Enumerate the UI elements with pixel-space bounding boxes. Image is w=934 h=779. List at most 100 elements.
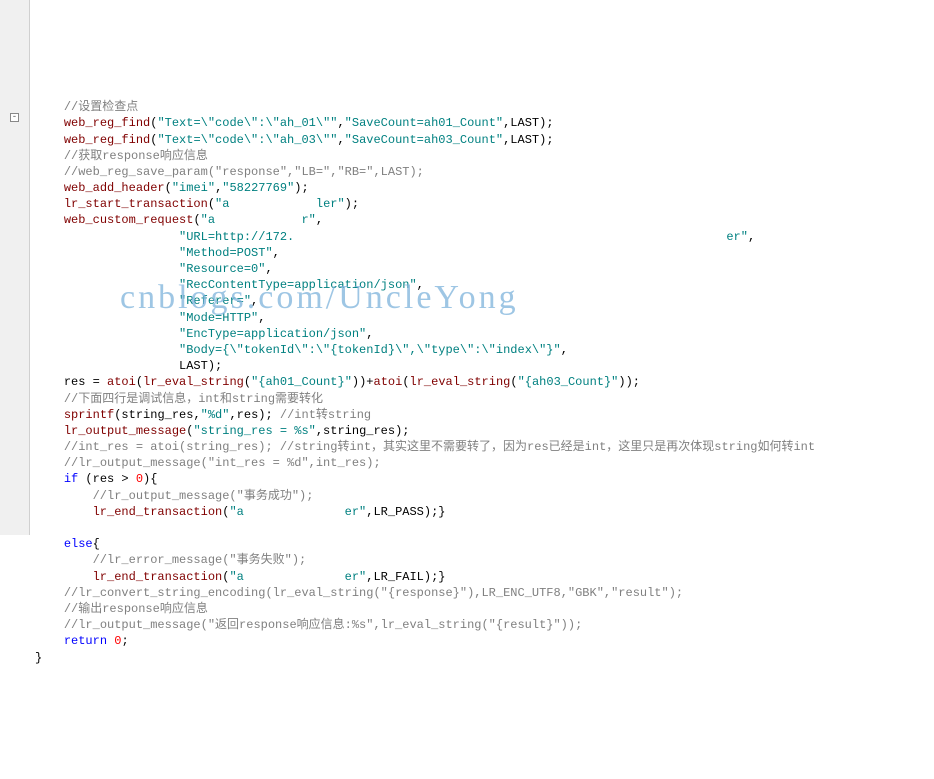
code-line: } [35, 650, 934, 666]
code-line: //lr_output_message("事务成功"); [35, 488, 934, 504]
code-token: ( [208, 197, 215, 211]
code-line: return 0; [35, 633, 934, 649]
code-line: //下面四行是调试信息，int和string需要转化 [35, 391, 934, 407]
code-token: //获取response响应信息 [64, 149, 208, 163]
code-token: ,LR_PASS);} [366, 505, 445, 519]
code-token: "URL=http://172. er" [179, 230, 748, 244]
code-token: //输出response响应信息 [64, 602, 208, 616]
code-token: return [64, 634, 107, 648]
code-line: lr_end_transaction("a er",LR_PASS);} [35, 504, 934, 520]
code-token: "Body={\"tokenId\":\"{tokenId}\",\"type\… [179, 343, 561, 357]
code-token: lr_start_transaction [64, 197, 208, 211]
code-token: //lr_output_message("int_res = %d",int_r… [64, 456, 381, 470]
code-token: ,LAST); [503, 133, 553, 147]
code-line: else{ [35, 536, 934, 552]
code-line [35, 520, 934, 536]
code-token: "Text=\"code\":\"ah_01\"" [157, 116, 337, 130]
code-token: sprintf [64, 408, 114, 422]
code-token: "SaveCount=ah01_Count" [345, 116, 503, 130]
code-token: ( [402, 375, 409, 389]
code-line: "URL=http://172. er", [35, 229, 934, 245]
code-token: ); [294, 181, 308, 195]
code-token: "Text=\"code\":\"ah_03\"" [157, 133, 337, 147]
code-token: , [417, 278, 424, 292]
code-token: ( [165, 181, 172, 195]
code-token: { [93, 537, 100, 551]
code-token: //lr_output_message("事务成功"); [93, 489, 314, 503]
code-token: ,LAST); [503, 116, 553, 130]
code-line: web_reg_find("Text=\"code\":\"ah_03\"","… [35, 132, 934, 148]
code-token: "a r" [201, 213, 316, 227]
code-line: //lr_output_message("int_res = %d",int_r… [35, 455, 934, 471]
code-token: "Referer=" [179, 294, 251, 308]
code-line: //设置检查点 [35, 99, 934, 115]
code-token: "RecContentType=application/json" [179, 278, 417, 292]
code-token: , [316, 213, 323, 227]
code-token: //int转string [280, 408, 371, 422]
code-line: //web_reg_save_param("response","LB=","R… [35, 164, 934, 180]
code-token: (res > [78, 472, 136, 486]
code-token: //下面四行是调试信息，int和string需要转化 [64, 392, 323, 406]
code-token: lr_end_transaction [93, 570, 223, 584]
code-token: "58227769" [222, 181, 294, 195]
code-token: if [64, 472, 78, 486]
code-line: "Mode=HTTP", [35, 310, 934, 326]
code-editor-content: //设置检查点 web_reg_find("Text=\"code\":\"ah… [35, 97, 934, 666]
code-token: //lr_error_message("事务失败"); [93, 553, 307, 567]
code-token: , [273, 246, 280, 260]
code-token: , [561, 343, 568, 357]
fold-marker-icon[interactable]: - [10, 113, 19, 122]
code-token: web_reg_find [64, 116, 150, 130]
code-token: , [337, 116, 344, 130]
code-token: ,res); [229, 408, 279, 422]
code-line: //int_res = atoi(string_res); //string转i… [35, 439, 934, 455]
code-token: )); [618, 375, 640, 389]
code-token: "string_res = %s" [193, 424, 315, 438]
code-token: "EncType=application/json" [179, 327, 366, 341]
code-token: res = [64, 375, 107, 389]
code-token: //lr_convert_string_encoding(lr_eval_str… [64, 586, 683, 600]
code-line: "Body={\"tokenId\":\"{tokenId}\",\"type\… [35, 342, 934, 358]
code-token: , [265, 262, 272, 276]
code-token [35, 521, 42, 535]
code-token: ; [121, 634, 128, 648]
code-token: //lr_output_message("返回response响应信息:%s",… [64, 618, 582, 632]
code-token: ( [136, 375, 143, 389]
code-line: lr_start_transaction("a ler"); [35, 196, 934, 212]
code-token: lr_end_transaction [93, 505, 223, 519]
code-token: lr_output_message [64, 424, 186, 438]
code-token [107, 634, 114, 648]
code-line: "RecContentType=application/json", [35, 277, 934, 293]
code-token: , [337, 133, 344, 147]
code-token: ( [193, 213, 200, 227]
code-token: ){ [143, 472, 157, 486]
code-token: LAST); [179, 359, 222, 373]
code-token: "Method=POST" [179, 246, 273, 260]
code-token: ( [222, 570, 229, 584]
code-token: "a er" [229, 570, 366, 584]
code-line: "EncType=application/json", [35, 326, 934, 342]
code-token: "Resource=0" [179, 262, 265, 276]
code-line: lr_output_message("string_res = %s",stri… [35, 423, 934, 439]
code-token: 0 [114, 634, 121, 648]
code-token: web_reg_find [64, 133, 150, 147]
code-token: atoi [374, 375, 403, 389]
code-token: atoi [107, 375, 136, 389]
code-token: "a ler" [215, 197, 345, 211]
code-line: //lr_convert_string_encoding(lr_eval_str… [35, 585, 934, 601]
code-line: lr_end_transaction("a er",LR_FAIL);} [35, 569, 934, 585]
code-line: web_add_header("imei","58227769"); [35, 180, 934, 196]
code-line: "Method=POST", [35, 245, 934, 261]
code-token: "%d" [201, 408, 230, 422]
code-token: ); [345, 197, 359, 211]
code-line: //获取response响应信息 [35, 148, 934, 164]
code-line: web_custom_request("a r", [35, 212, 934, 228]
code-token: ( [510, 375, 517, 389]
code-line: LAST); [35, 358, 934, 374]
code-line: web_reg_find("Text=\"code\":\"ah_01\"","… [35, 115, 934, 131]
code-token: else [64, 537, 93, 551]
code-token: //int_res = atoi(string_res); //string转i… [64, 440, 815, 454]
code-token: ,string_res); [316, 424, 410, 438]
code-token: "imei" [172, 181, 215, 195]
code-token: "{ah03_Count}" [518, 375, 619, 389]
